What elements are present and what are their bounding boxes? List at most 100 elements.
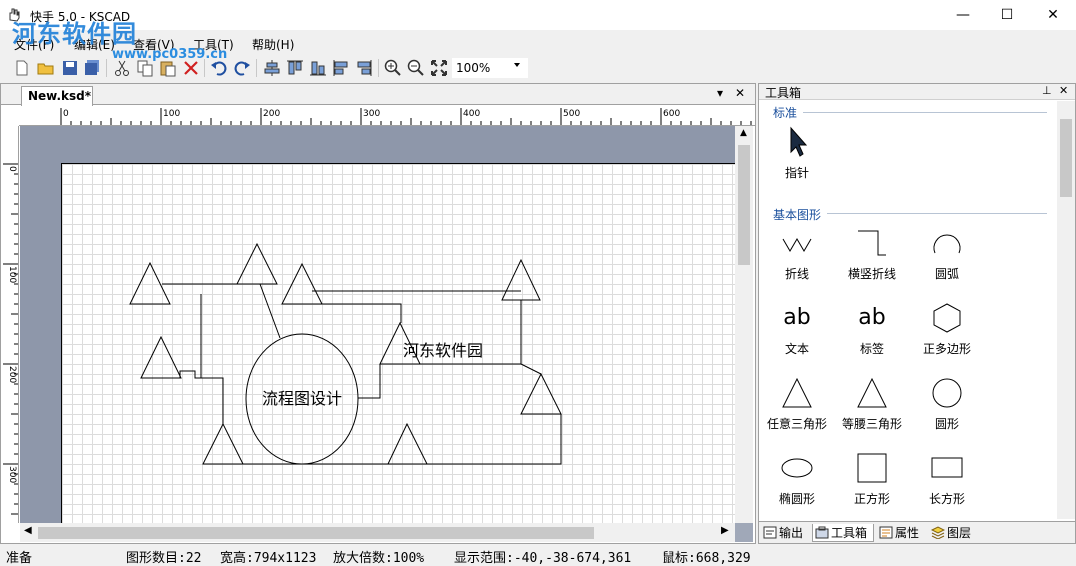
tool-orthogonal-polyline[interactable]: 横竖折线 bbox=[837, 227, 907, 297]
diagram[interactable]: 流程图设计 河东软件园 bbox=[20, 126, 735, 523]
tool-text[interactable]: ab 文本 bbox=[762, 302, 832, 372]
save-all-icon[interactable] bbox=[82, 58, 102, 78]
triangle-shape[interactable] bbox=[140, 335, 182, 379]
open-folder-icon[interactable] bbox=[36, 58, 56, 78]
drawing-canvas[interactable]: 流程图设计 河东软件园 bbox=[20, 126, 735, 523]
canvas-text-main[interactable]: 流程图设计 bbox=[262, 389, 342, 408]
tool-label: 任意三角形 bbox=[766, 417, 827, 431]
tab-properties[interactable]: 属性 bbox=[877, 524, 919, 542]
tab-output[interactable]: 输出 bbox=[761, 524, 803, 542]
tool-label: 正方形 bbox=[853, 492, 890, 506]
triangle-shape[interactable] bbox=[202, 422, 244, 465]
connector-line[interactable] bbox=[201, 377, 224, 424]
watermark-logo: 河东软件园 bbox=[12, 20, 137, 48]
redo-icon[interactable] bbox=[232, 58, 252, 78]
scroll-thumb[interactable] bbox=[38, 527, 594, 539]
toolbar bbox=[0, 55, 1076, 81]
tab-new-ksd[interactable]: New.ksd* bbox=[21, 86, 93, 106]
triangle-shape[interactable] bbox=[520, 372, 562, 415]
horizontal-scrollbar[interactable]: ◀ ▶ bbox=[20, 523, 735, 542]
align-bottom-icon[interactable] bbox=[308, 58, 328, 78]
vertical-scrollbar[interactable]: ▲ bbox=[735, 126, 753, 523]
scroll-left-icon[interactable]: ◀ bbox=[24, 525, 32, 536]
chevron-down-icon[interactable] bbox=[514, 63, 520, 67]
ruler-label: 200 bbox=[7, 366, 17, 383]
connector-line[interactable] bbox=[520, 363, 542, 375]
ellipse-icon bbox=[781, 458, 813, 478]
delete-icon[interactable] bbox=[181, 58, 201, 78]
connector-line[interactable] bbox=[259, 283, 281, 339]
tool-pointer[interactable]: 指针 bbox=[762, 126, 832, 196]
toolbar-separator bbox=[106, 59, 107, 77]
triangle-shape[interactable] bbox=[387, 422, 428, 465]
minimize-button[interactable]: — bbox=[940, 0, 986, 30]
toolbar-separator bbox=[256, 59, 257, 77]
new-file-icon[interactable] bbox=[12, 58, 32, 78]
scroll-thumb[interactable] bbox=[738, 145, 750, 265]
tool-label: 折线 bbox=[784, 267, 809, 281]
document-tab-bar: New.ksd* ▾ ✕ bbox=[1, 84, 755, 106]
pin-icon[interactable]: ⊥ bbox=[1042, 84, 1052, 97]
hexagon-icon bbox=[933, 303, 961, 333]
zoom-select[interactable]: 100% bbox=[452, 58, 528, 78]
align-left-icon[interactable] bbox=[331, 58, 351, 78]
zoom-out-icon[interactable] bbox=[406, 58, 426, 78]
tab-label: 工具箱 bbox=[831, 526, 868, 540]
chevron-down-icon[interactable]: ▾ bbox=[717, 86, 723, 100]
toolbar-separator bbox=[378, 59, 379, 77]
connector-line[interactable] bbox=[358, 364, 381, 399]
ruler-label: 200 bbox=[263, 109, 280, 119]
status-mouse: 鼠标:668,329 bbox=[662, 551, 751, 566]
triangle-shape[interactable] bbox=[236, 242, 278, 285]
connector-line[interactable] bbox=[203, 414, 562, 465]
close-button[interactable]: ✕ bbox=[1030, 0, 1076, 30]
tool-rectangle[interactable]: 长方形 bbox=[912, 452, 982, 522]
tool-isosceles-triangle[interactable]: 等腰三角形 bbox=[837, 377, 907, 447]
toolbox-header: 工具箱 ⊥ ✕ bbox=[759, 84, 1075, 100]
tool-label: 圆形 bbox=[934, 417, 959, 431]
tool-regular-polygon[interactable]: 正多边形 bbox=[912, 302, 982, 372]
close-icon[interactable]: ✕ bbox=[735, 86, 745, 100]
toolbar-separator bbox=[204, 59, 205, 77]
save-icon[interactable] bbox=[60, 58, 80, 78]
tool-square[interactable]: 正方形 bbox=[837, 452, 907, 522]
tool-label: 横竖折线 bbox=[847, 267, 896, 281]
properties-icon bbox=[879, 526, 893, 539]
undo-icon[interactable] bbox=[209, 58, 229, 78]
align-center-icon[interactable] bbox=[262, 58, 282, 78]
close-icon[interactable]: ✕ bbox=[1059, 84, 1068, 97]
scroll-thumb[interactable] bbox=[1060, 119, 1072, 197]
tool-polyline[interactable]: 折线 bbox=[762, 227, 832, 297]
tab-layers[interactable]: 图层 bbox=[929, 524, 971, 542]
maximize-button[interactable]: ☐ bbox=[984, 0, 1030, 30]
cut-icon[interactable] bbox=[112, 58, 132, 78]
toolbox-scrollbar[interactable] bbox=[1057, 101, 1075, 519]
scroll-up-icon[interactable]: ▲ bbox=[740, 128, 747, 138]
ruler-label: 0 bbox=[63, 109, 69, 119]
zoom-in-icon[interactable] bbox=[383, 58, 403, 78]
triangle-shape[interactable] bbox=[501, 258, 541, 301]
triangle-shape[interactable] bbox=[281, 262, 323, 305]
align-right-icon[interactable] bbox=[354, 58, 374, 78]
tool-arc[interactable]: 圆弧 bbox=[912, 227, 982, 297]
tool-label[interactable]: ab 标签 bbox=[837, 302, 907, 372]
title-bar: 快手 5.0 - KSCAD — ☐ ✕ bbox=[0, 0, 1076, 30]
connector-line[interactable] bbox=[312, 303, 402, 323]
align-top-icon[interactable] bbox=[285, 58, 305, 78]
toolbox-icon bbox=[815, 526, 829, 539]
panel-tab-bar: 输出 工具箱 属性 图层 bbox=[759, 521, 1075, 543]
canvas-text-secondary[interactable]: 河东软件园 bbox=[403, 341, 483, 360]
fit-window-icon[interactable] bbox=[429, 58, 449, 78]
tab-toolbox[interactable]: 工具箱 bbox=[812, 524, 874, 542]
ruler-label: 300 bbox=[363, 109, 380, 119]
menu-help[interactable]: 帮助(H) bbox=[252, 36, 294, 53]
copy-icon[interactable] bbox=[135, 58, 155, 78]
isosceles-triangle-icon bbox=[857, 377, 887, 408]
pointer-arrow-icon bbox=[790, 126, 808, 157]
connector-line[interactable] bbox=[141, 370, 201, 379]
scroll-right-icon[interactable]: ▶ bbox=[721, 525, 729, 536]
tool-circle[interactable]: 圆形 bbox=[912, 377, 982, 447]
paste-icon[interactable] bbox=[158, 58, 178, 78]
tool-triangle[interactable]: 任意三角形 bbox=[762, 377, 832, 447]
tool-ellipse[interactable]: 椭圆形 bbox=[762, 452, 832, 522]
